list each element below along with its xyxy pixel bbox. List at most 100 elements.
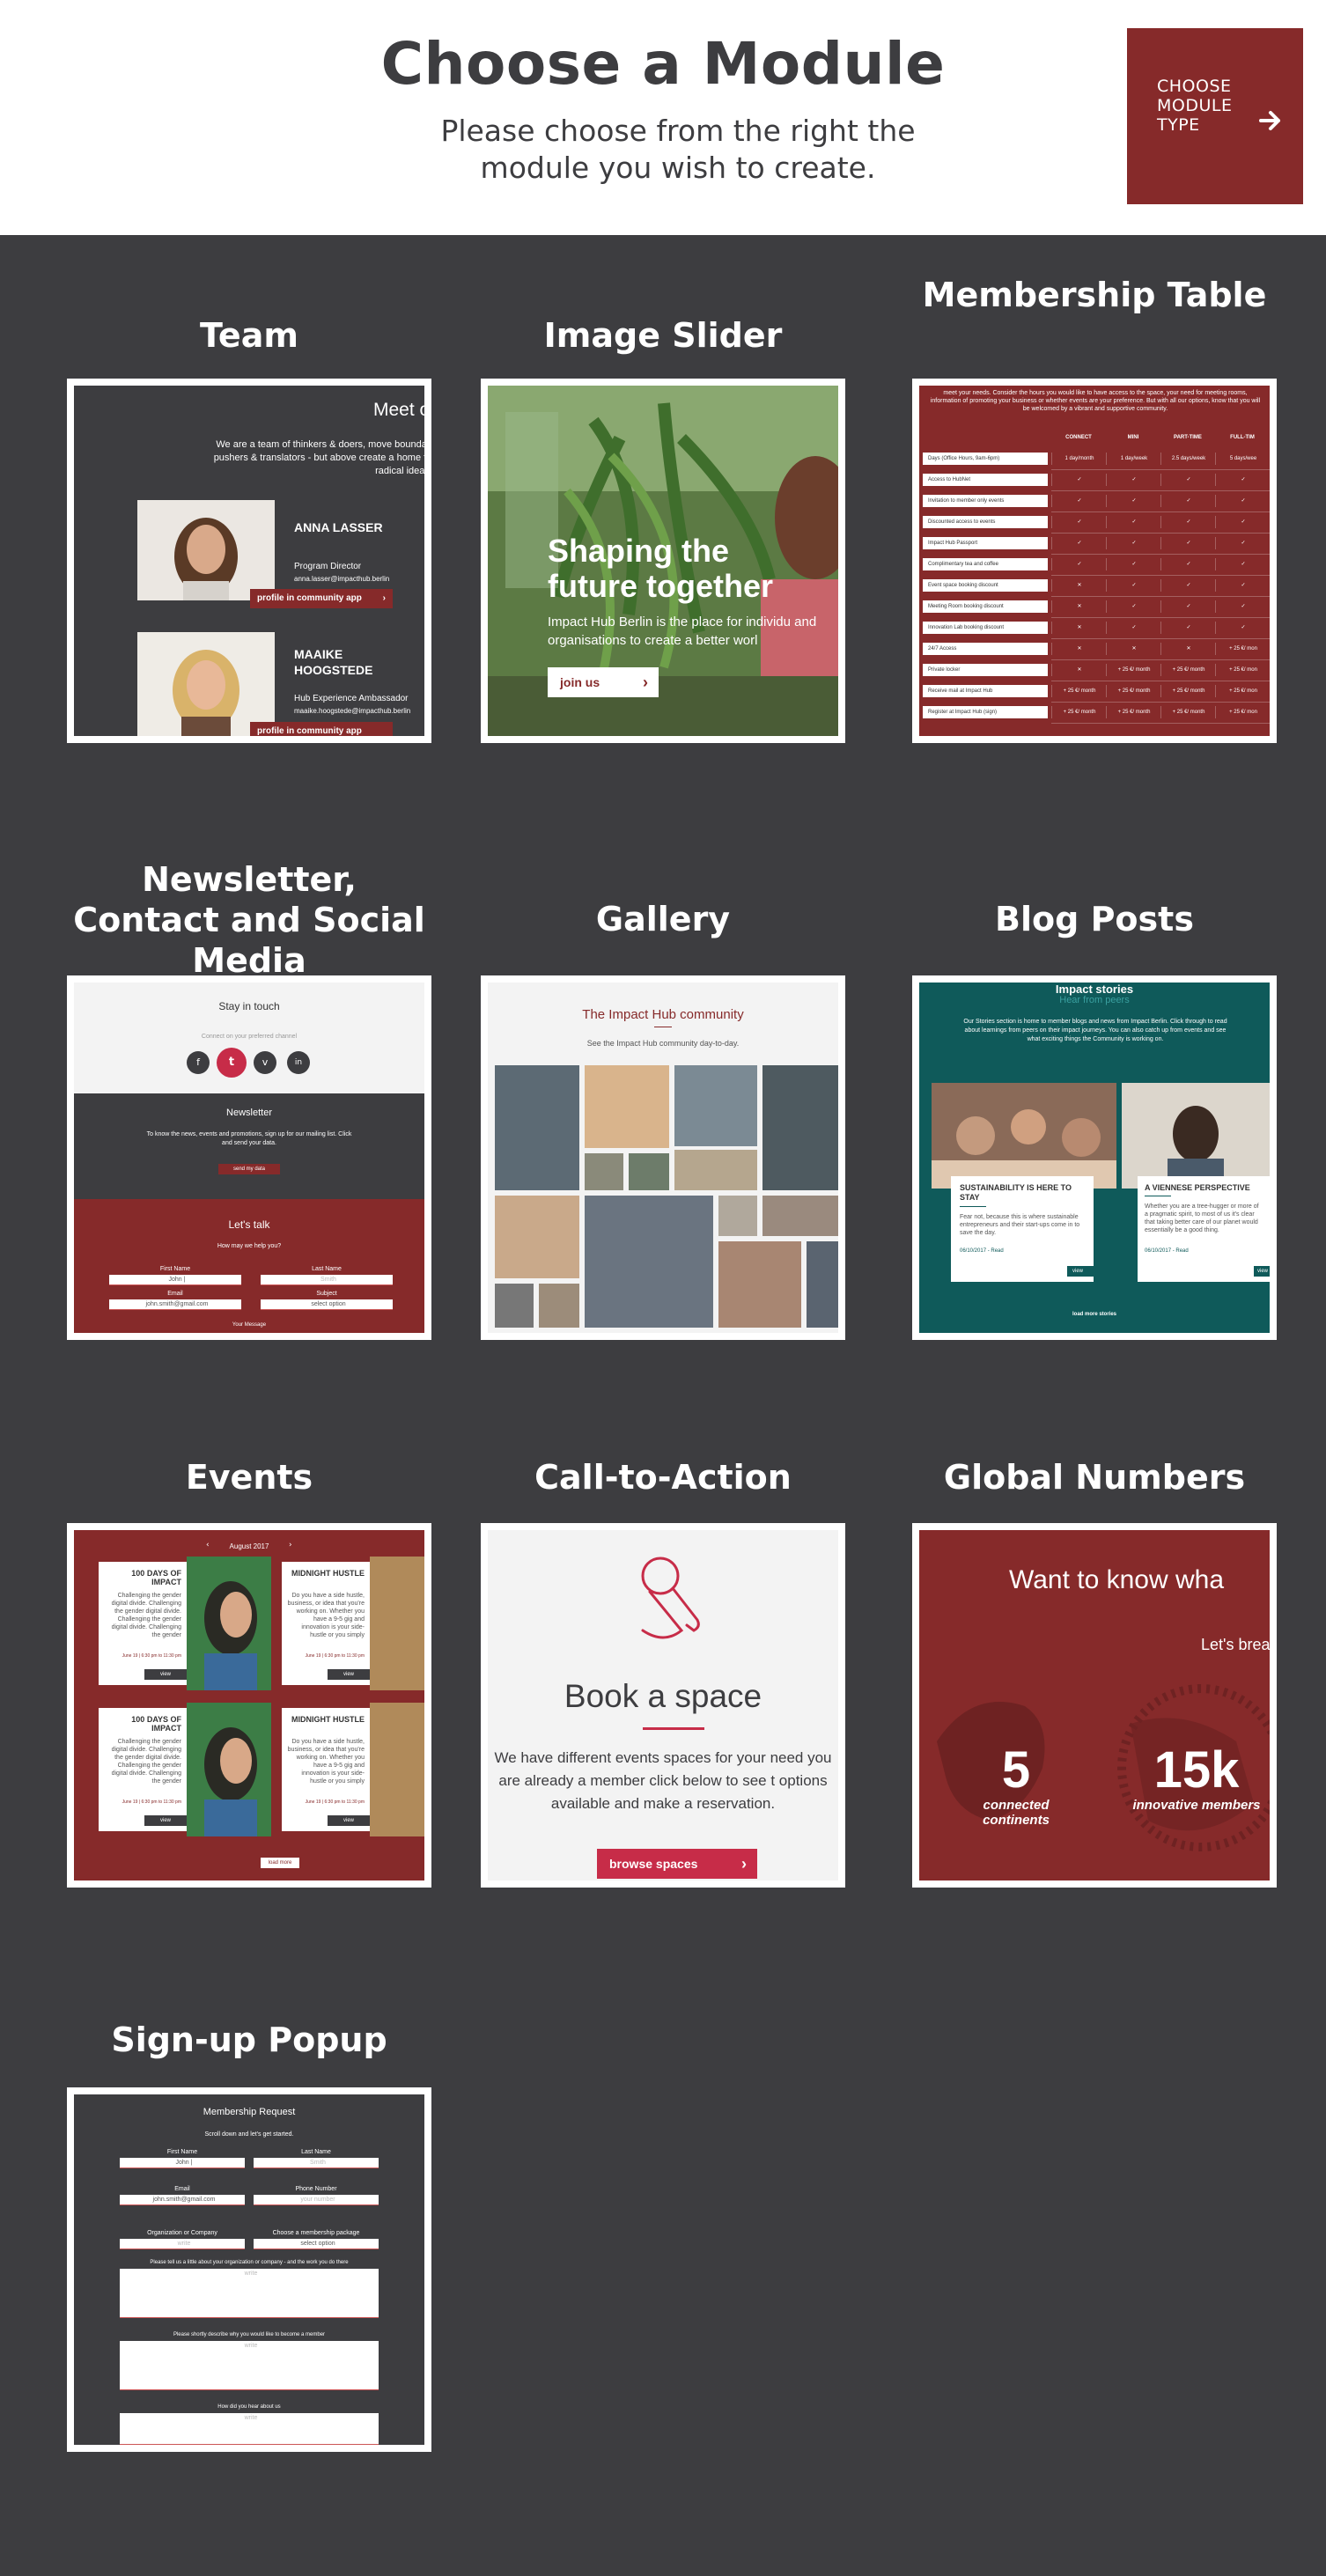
last-name-input[interactable]: Smith — [254, 2158, 379, 2168]
membership-cell: 5 days/wee — [1215, 453, 1270, 465]
microphone-icon — [641, 1557, 700, 1639]
package-select[interactable]: select option — [254, 2239, 379, 2249]
cta-thumbnail: Book a space We have different events sp… — [488, 1530, 838, 1880]
event-card[interactable]: MIDNIGHT HUSTLE Do you have a side hustle… — [282, 1708, 370, 1831]
gallery-photo[interactable] — [762, 1065, 838, 1190]
signup-heading: Membership Request — [203, 2107, 296, 2117]
blog-post-meta: 06/10/2017 - Read — [960, 1248, 1004, 1254]
membership-row-divider — [1051, 617, 1270, 618]
blog-view-button[interactable]: view — [1067, 1266, 1111, 1277]
gallery-photo[interactable] — [585, 1065, 669, 1148]
phone-input[interactable]: your number — [254, 2195, 379, 2205]
slider-thumbnail: Shaping the future together Impact Hub B… — [488, 386, 838, 736]
blog-post-card[interactable]: A VIENNESE PERSPECTIVE Whether you are a… — [1138, 1176, 1270, 1282]
email-input[interactable]: john.smith@gmail.com — [120, 2195, 245, 2205]
newsletter-section: Newsletter To know the news, events and … — [74, 1093, 424, 1199]
event-card[interactable]: MIDNIGHT HUSTLE Do you have a side hustle… — [282, 1562, 370, 1685]
membership-row-divider — [1051, 596, 1270, 597]
cta-divider — [643, 1727, 704, 1730]
load-more-stories-button[interactable]: load more stories — [919, 1312, 1270, 1317]
module-card-events[interactable]: ‹ August 2017 › 100 DAYS OF IMPACT Challe… — [67, 1523, 431, 1888]
about-textarea[interactable]: write — [120, 2269, 379, 2318]
membership-cell: ✕ — [1106, 643, 1161, 655]
twitter-icon[interactable]: t — [217, 1048, 247, 1078]
subject-select[interactable]: select option — [261, 1299, 393, 1310]
module-card-team[interactable]: Meet o We are a team of thinkers & doers… — [67, 379, 431, 743]
gallery-photo[interactable] — [585, 1153, 623, 1190]
join-us-button[interactable]: join us › — [548, 667, 659, 697]
subject-label: Subject — [316, 1291, 337, 1297]
gallery-photo[interactable] — [539, 1284, 579, 1328]
blog-view-button[interactable]: view — [1254, 1266, 1270, 1277]
blog-post-title: A VIENNESE PERSPECTIVE — [1145, 1183, 1250, 1192]
gallery-photo[interactable] — [629, 1153, 669, 1190]
module-card-membership-table[interactable]: meet your needs. Consider the hours you … — [912, 379, 1277, 743]
newsletter-text: To know the news, events and promotions,… — [146, 1131, 352, 1146]
gallery-photo[interactable] — [762, 1196, 838, 1236]
gallery-photo[interactable] — [718, 1241, 801, 1328]
event-view-button[interactable]: view — [144, 1669, 187, 1680]
membership-cell: + 25 €/ month — [1106, 685, 1161, 697]
module-title-membership-table: Membership Table — [922, 276, 1267, 314]
first-name-input[interactable]: John | — [120, 2158, 245, 2168]
membership-row-divider — [1051, 638, 1270, 639]
membership-column-header: CONNECT — [1065, 435, 1092, 440]
hear-textarea[interactable]: write — [120, 2413, 379, 2445]
membership-row-label: Invitation to member only events — [923, 495, 1048, 507]
your-message-label: Your Message — [232, 1322, 267, 1328]
events-load-more-button[interactable]: load more — [261, 1858, 299, 1868]
why-textarea[interactable]: write — [120, 2341, 379, 2390]
event-view-button[interactable]: view — [328, 1815, 370, 1826]
module-card-gallery[interactable]: The Impact Hub community See the Impact … — [481, 975, 845, 1340]
gallery-photo[interactable] — [718, 1196, 757, 1236]
browse-spaces-button[interactable]: browse spaces › — [597, 1849, 757, 1879]
organization-input[interactable]: write — [120, 2239, 245, 2249]
membership-cell: ✓ — [1106, 495, 1161, 507]
event-view-button[interactable]: view — [144, 1815, 187, 1826]
phone-label: Phone Number — [295, 2186, 337, 2192]
event-date: June 19 | 6:30 pm to 11:30 pm — [122, 1653, 181, 1659]
gallery-photo[interactable] — [495, 1196, 579, 1278]
membership-cell: + 25 €/ month — [1160, 685, 1216, 697]
numbers-thumbnail: Want to know wha Let's brea 5 connected … — [919, 1530, 1270, 1880]
team-intro: We are a team of thinkers & doers, move … — [213, 439, 424, 476]
stay-in-touch-title: Stay in touch — [218, 1000, 280, 1012]
event-card[interactable]: 100 DAYS OF IMPACT Challenging the gender… — [99, 1562, 187, 1685]
facebook-icon[interactable]: f — [187, 1051, 210, 1074]
gallery-photo[interactable] — [807, 1241, 838, 1328]
membership-cell: + 25 €/ mon — [1215, 664, 1270, 676]
linkedin-icon[interactable]: in — [287, 1051, 310, 1074]
module-card-newsletter[interactable]: Stay in touch Connect on your preferred … — [67, 975, 431, 1340]
vimeo-icon[interactable]: v — [254, 1051, 276, 1074]
profile-button[interactable]: profile in community app › — [250, 589, 393, 608]
cta-heading: Book a space — [564, 1678, 762, 1714]
email-label: Email — [167, 1291, 183, 1297]
chevron-right-icon[interactable]: › — [289, 1541, 292, 1549]
module-card-blog-posts[interactable]: Impact stories Hear from peers Our Stori… — [912, 975, 1277, 1340]
module-card-image-slider[interactable]: Shaping the future together Impact Hub B… — [481, 379, 845, 743]
gallery-photo[interactable] — [674, 1150, 757, 1190]
event-card[interactable]: 100 DAYS OF IMPACT Challenging the gender… — [99, 1708, 187, 1831]
module-card-call-to-action[interactable]: Book a space We have different events sp… — [481, 1523, 845, 1888]
choose-module-type-button[interactable]: CHOOSE MODULE TYPE — [1127, 28, 1303, 204]
email-input[interactable]: john.smith@gmail.com — [109, 1299, 241, 1310]
signup-thumbnail: Membership Request Scroll down and let's… — [74, 2094, 424, 2445]
team-thumbnail: Meet o We are a team of thinkers & doers… — [74, 386, 424, 736]
profile-button[interactable]: profile in community app — [250, 722, 393, 736]
first-name-input[interactable]: John | — [109, 1275, 241, 1285]
membership-row-label: Access to HubNet — [923, 474, 1048, 486]
event-view-button[interactable]: view — [328, 1669, 370, 1680]
last-name-input[interactable]: Smith — [261, 1275, 393, 1285]
module-card-global-numbers[interactable]: Want to know wha Let's brea 5 connected … — [912, 1523, 1277, 1888]
send-my-data-button[interactable]: send my data — [218, 1164, 280, 1174]
gallery-photo[interactable] — [495, 1065, 579, 1190]
blog-thumbnail: Impact stories Hear from peers Our Stori… — [919, 983, 1270, 1333]
profile-button-label: profile in community app — [257, 726, 362, 736]
gallery-photo[interactable] — [495, 1284, 534, 1328]
module-title-team: Team — [200, 316, 298, 355]
gallery-photo[interactable] — [674, 1065, 757, 1146]
module-card-sign-up-popup[interactable]: Membership Request Scroll down and let's… — [67, 2087, 431, 2452]
hear-label: How did you hear about us — [217, 2404, 281, 2410]
gallery-photo[interactable] — [585, 1196, 713, 1328]
membership-cell: ✓ — [1106, 579, 1161, 592]
